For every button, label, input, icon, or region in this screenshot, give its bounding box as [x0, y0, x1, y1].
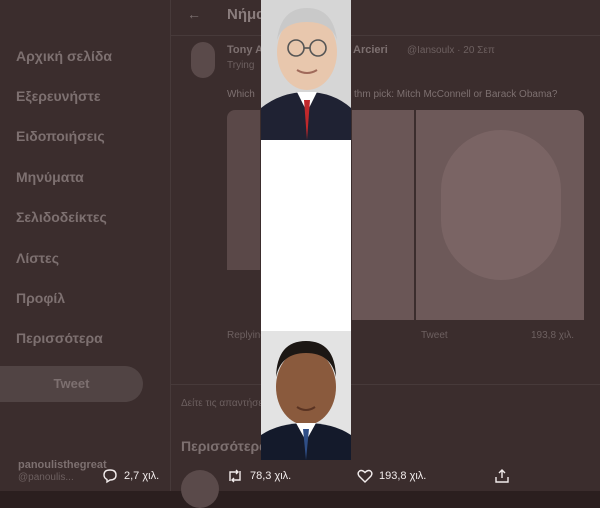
person-photo-icon — [261, 0, 351, 140]
like-button[interactable]: 193,8 χιλ. — [357, 468, 426, 484]
tweet-media-middle[interactable] — [352, 110, 414, 320]
sidebar-item-lists[interactable]: Λίστες — [16, 250, 59, 266]
photo-lightbox-strip — [261, 0, 351, 460]
back-arrow-icon[interactable]: ← — [187, 6, 201, 22]
sidebar-item-explore[interactable]: Εξερευνήστε — [16, 88, 100, 104]
more-heading: Περισσότερα — [181, 438, 268, 454]
sidebar-item-more[interactable]: Περισσότερα — [16, 330, 103, 346]
reply-count: 2,7 χιλ. — [124, 469, 160, 482]
header-divider — [171, 35, 600, 36]
tweet-text-end: thm pick: Mitch McConnell or Barack Obam… — [354, 89, 558, 100]
page-title: Νήμα — [227, 6, 266, 23]
tweet-text-start: Which — [227, 89, 255, 100]
share-icon — [495, 469, 509, 483]
reply-button[interactable]: 2,7 χιλ. — [102, 468, 159, 484]
tweet-author-surname[interactable]: Arcieri — [353, 44, 388, 56]
reply-row-right[interactable]: Tweet — [421, 330, 448, 341]
tweet-action-bar: 2,7 χιλ. 78,3 χιλ. 193,8 χιλ. — [0, 460, 600, 491]
sidebar-item-notifications[interactable]: Ειδοποιήσεις — [16, 128, 105, 144]
share-button[interactable] — [494, 468, 516, 484]
tweet-media-left[interactable] — [227, 110, 260, 270]
media-face — [441, 130, 561, 280]
sidebar-item-home[interactable]: Αρχική σελίδα — [16, 48, 112, 64]
tweet-handle: @Iansoulx · 20 Σεπ — [407, 45, 495, 56]
retweet-count: 78,3 χιλ. — [250, 469, 292, 482]
photo-mitch-mcconnell[interactable] — [261, 0, 351, 140]
tweet-button[interactable]: Tweet — [0, 366, 143, 402]
tweet-author[interactable]: Tony A — [227, 44, 263, 56]
retweet-icon — [229, 469, 241, 483]
like-count: 193,8 χιλ. — [379, 469, 427, 482]
sidebar-item-profile[interactable]: Προφίλ — [16, 290, 65, 306]
sidebar: Αρχική σελίδα Εξερευνήστε Ειδοποιήσεις Μ… — [0, 0, 170, 491]
show-replies-link[interactable]: Δείτε τις απαντήσεις — [181, 398, 270, 409]
person-photo-icon — [261, 331, 351, 460]
tweet-subtitle: Trying — [227, 60, 255, 71]
sidebar-item-bookmarks[interactable]: Σελιδοδείκτες — [16, 209, 107, 225]
main-column: ← Νήμα Tony A Arcieri @Iansoulx · 20 Σεπ… — [171, 0, 600, 508]
sidebar-item-messages[interactable]: Μηνύματα — [16, 169, 84, 185]
retweet-button[interactable]: 78,3 χιλ. — [226, 468, 291, 484]
photo-barack-obama[interactable] — [261, 331, 351, 460]
reply-icon — [103, 469, 117, 484]
like-count-background: 193,8 χιλ. — [531, 330, 575, 341]
avatar[interactable] — [191, 42, 215, 78]
section-divider — [171, 384, 600, 385]
heart-icon — [357, 469, 373, 483]
